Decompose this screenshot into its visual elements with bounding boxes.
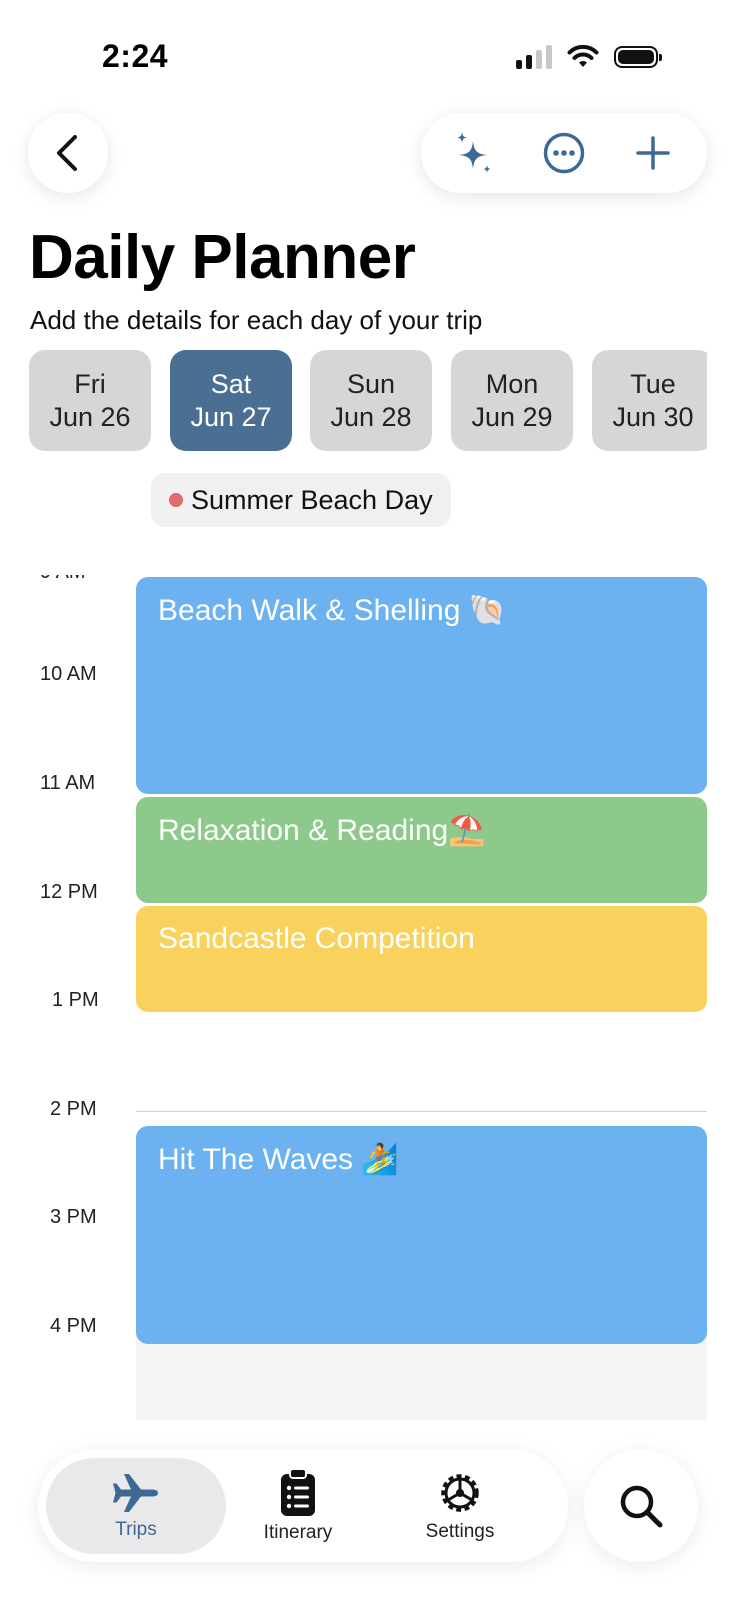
day-chip[interactable]: Mon Jun 29 — [451, 350, 573, 451]
airplane-icon — [113, 1474, 158, 1512]
day-chip-selected[interactable]: Sat Jun 27 — [170, 350, 292, 451]
event-block[interactable]: Beach Walk & Shelling 🐚 — [136, 577, 707, 794]
day-chip[interactable]: Tue Jun 30 — [592, 350, 707, 451]
ai-sparkles-button[interactable] — [445, 123, 505, 183]
hour-label: 1 PM — [52, 989, 99, 1011]
hour-label: 3 PM — [50, 1206, 97, 1228]
event-block[interactable]: Relaxation & Reading⛱️ — [136, 797, 707, 903]
clipboard-list-icon — [281, 1468, 315, 1516]
add-button[interactable] — [623, 123, 683, 183]
day-weekday: Mon — [485, 368, 539, 399]
page-title: Daily Planner — [29, 223, 416, 292]
day-weekday: Fri — [74, 368, 106, 399]
event-block[interactable]: Sandcastle Competition — [136, 906, 707, 1012]
hour-label: 9 AM — [40, 575, 110, 584]
ellipsis-circle-icon — [543, 132, 585, 174]
tab-label: Settings — [425, 1521, 495, 1542]
hour-label: 11 AM — [40, 772, 96, 794]
status-time: 2:24 — [102, 38, 169, 74]
cellular-signal-icon — [516, 45, 552, 69]
day-date: Jun 29 — [471, 401, 553, 432]
battery-icon — [614, 46, 662, 68]
more-options-button[interactable] — [534, 123, 594, 183]
hour-label: 12 PM — [40, 881, 98, 903]
hour-gridline — [136, 1111, 707, 1112]
status-icons — [516, 44, 662, 70]
event-title: Sandcastle Competition — [158, 922, 475, 955]
tab-settings[interactable]: Settings — [370, 1458, 550, 1554]
day-date: Jun 28 — [330, 401, 412, 432]
tab-bar: Trips Itinerary Settings — [38, 1450, 568, 1562]
back-button[interactable] — [28, 113, 108, 193]
wifi-icon — [567, 44, 599, 67]
tab-label: Trips — [115, 1519, 157, 1540]
chevron-left-icon — [57, 135, 77, 171]
plus-icon — [635, 136, 670, 170]
gear-icon — [441, 1474, 479, 1512]
all-day-event-chip[interactable]: Summer Beach Day — [151, 473, 451, 527]
hour-label: 2 PM — [50, 1098, 97, 1120]
event-title: Hit The Waves 🏄 — [158, 1143, 399, 1176]
event-title: Relaxation & Reading⛱️ — [158, 814, 486, 847]
search-button[interactable] — [584, 1450, 698, 1562]
day-chip[interactable]: Fri Jun 26 — [29, 350, 151, 451]
day-date: Jun 30 — [612, 401, 694, 432]
tab-trips[interactable]: Trips — [46, 1458, 226, 1554]
day-weekday: Sun — [346, 368, 396, 399]
event-block[interactable]: Hit The Waves 🏄 — [136, 1126, 707, 1344]
day-date: Jun 26 — [49, 401, 131, 432]
tab-itinerary[interactable]: Itinerary — [208, 1458, 388, 1554]
day-date: Jun 27 — [190, 401, 272, 432]
event-color-dot — [169, 493, 183, 507]
day-weekday: Tue — [630, 368, 676, 399]
hour-label: 10 AM — [40, 663, 97, 685]
day-timeline[interactable]: 9 AM 10 AM 11 AM 12 PM 1 PM 2 PM 3 PM 4 … — [0, 575, 736, 1420]
search-icon — [620, 1485, 663, 1528]
page-subtitle: Add the details for each day of your tri… — [30, 305, 483, 335]
header-actions — [421, 113, 707, 193]
tab-label: Itinerary — [263, 1522, 333, 1543]
all-day-event-label: Summer Beach Day — [191, 484, 433, 515]
event-title: Beach Walk & Shelling 🐚 — [158, 594, 507, 627]
sparkles-icon — [457, 132, 492, 173]
day-weekday: Sat — [210, 368, 252, 399]
day-chip[interactable]: Sun Jun 28 — [310, 350, 432, 451]
day-selector: Fri Jun 26 Sat Jun 27 Sun Jun 28 Mon Jun… — [29, 350, 707, 453]
hour-label: 4 PM — [50, 1315, 97, 1337]
